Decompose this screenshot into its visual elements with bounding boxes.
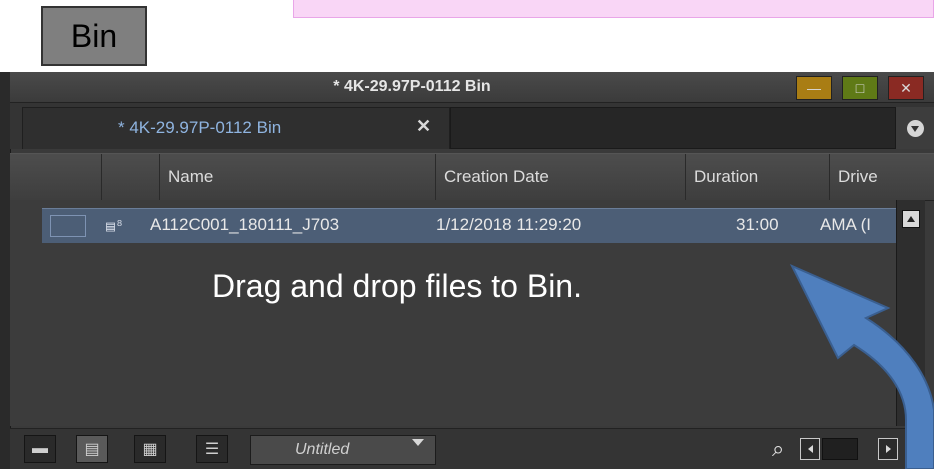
- minimize-button[interactable]: —: [796, 76, 832, 100]
- clip-drive: AMA (I: [820, 215, 872, 234]
- chevron-down-icon[interactable]: [412, 439, 424, 446]
- tab-close-icon[interactable]: ✕: [416, 116, 431, 137]
- bin-callout-label: Bin: [41, 6, 147, 66]
- scroll-right-button[interactable]: [878, 438, 898, 460]
- script-view-button[interactable]: ☰: [196, 435, 228, 463]
- tab-bar: * 4K-29.97P-0112 Bin ✕: [10, 103, 934, 149]
- column-header-duration[interactable]: Duration: [686, 154, 830, 200]
- clip-creation-date: 1/12/2018 11:29:20: [436, 215, 582, 234]
- close-icon: ✕: [900, 79, 912, 96]
- minimize-icon: —: [807, 80, 821, 96]
- bin-list[interactable]: ▤⁸ A112C001_180111_J703 1/12/2018 11:29:…: [10, 200, 902, 426]
- vertical-scrollbar[interactable]: [896, 200, 925, 426]
- tab-bin[interactable]: * 4K-29.97P-0112 Bin ✕: [22, 107, 450, 149]
- tab-title: * 4K-29.97P-0112 Bin: [118, 118, 282, 137]
- maximize-button[interactable]: □: [842, 76, 878, 100]
- maximize-icon: □: [855, 80, 865, 96]
- scroll-up-icon[interactable]: [902, 210, 920, 228]
- bin-view-menu[interactable]: Untitled: [250, 435, 436, 465]
- column-header-creation-date[interactable]: Creation Date: [436, 154, 686, 200]
- text-view-button[interactable]: ▤: [76, 435, 108, 463]
- fast-menu-button[interactable]: [896, 107, 934, 149]
- horizontal-scroll-thumb[interactable]: [822, 438, 858, 460]
- close-window-button[interactable]: ✕: [888, 76, 924, 100]
- drag-drop-instruction: Drag and drop files to Bin.: [212, 268, 582, 304]
- column-header-swatch[interactable]: [22, 154, 102, 200]
- grid-view-button[interactable]: ▦: [134, 435, 166, 463]
- column-header-icon[interactable]: [102, 154, 160, 200]
- tab-bar-empty: [450, 107, 896, 149]
- clip-icon: ▤⁸: [106, 217, 125, 235]
- scroll-left-icon: [807, 445, 813, 453]
- clip-name: A112C001_180111_J703: [150, 215, 340, 234]
- clip-duration: 31:00: [736, 215, 779, 234]
- fast-menu-icon: [906, 119, 924, 137]
- bin-bottom-toolbar: ▬ ▤ ▦ ☰ Untitled ⌕: [10, 428, 934, 469]
- column-header-drive[interactable]: Drive: [830, 154, 934, 200]
- column-headers: Name Creation Date Duration Drive: [10, 153, 934, 201]
- clip-color-swatch: [50, 215, 86, 237]
- annotation-strip: [293, 0, 934, 18]
- scroll-right-icon: [885, 445, 891, 453]
- search-icon[interactable]: ⌕: [772, 435, 798, 463]
- column-header-name[interactable]: Name: [160, 154, 436, 200]
- table-row[interactable]: ▤⁸ A112C001_180111_J703 1/12/2018 11:29:…: [42, 208, 902, 243]
- scroll-left-button[interactable]: [800, 438, 820, 460]
- title-bar[interactable]: * 4K-29.97P-0112 Bin — □ ✕: [10, 72, 934, 103]
- frame-view-button[interactable]: ▬: [24, 435, 56, 463]
- window-title: * 4K-29.97P-0112 Bin: [333, 78, 491, 95]
